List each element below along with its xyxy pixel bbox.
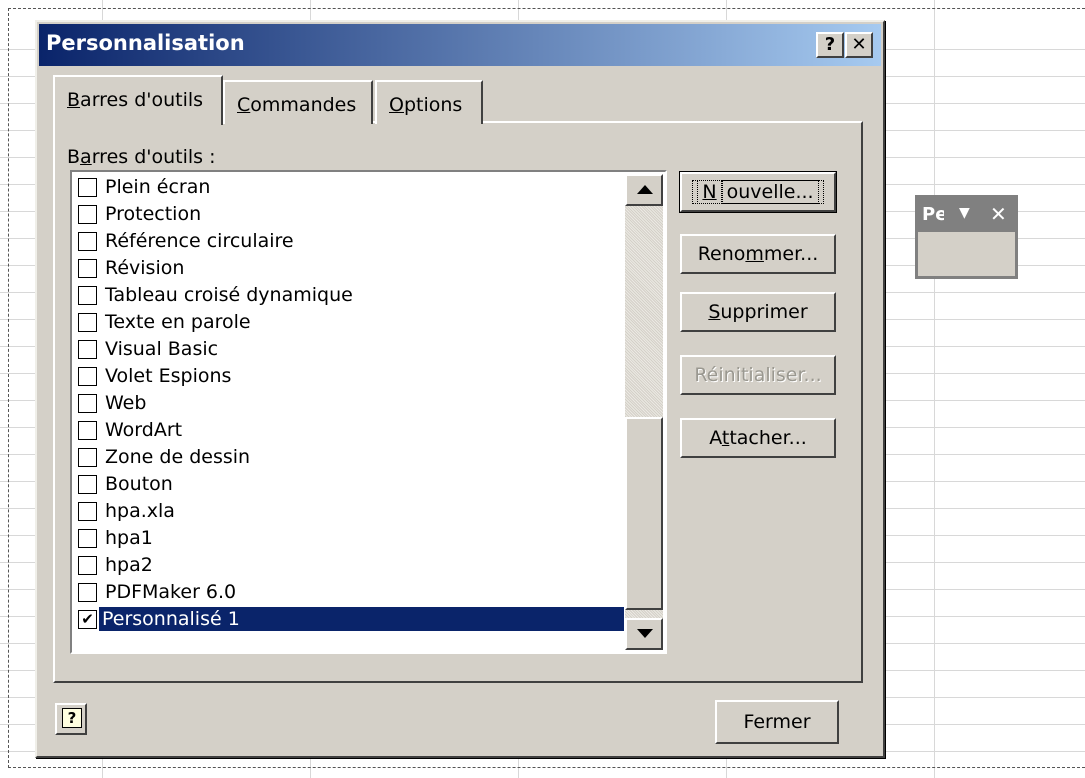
scroll-thumb[interactable] [625,417,663,610]
toolbar-item-label: Bouton [105,473,173,495]
new-key: N [697,180,722,204]
toolbar-checkbox[interactable] [78,178,97,197]
floating-toolbar-title: Pe [922,204,944,225]
arrow-down-icon [637,629,653,638]
toolbar-list-item[interactable]: Zone de dessin [74,444,624,471]
toolbar-checkbox[interactable] [78,232,97,251]
close-icon[interactable]: ✕ [990,202,1007,226]
tab-commands-key: C [237,94,251,116]
list-scrollbar[interactable] [625,174,663,650]
tab-commands[interactable]: Commandes [223,80,373,124]
toolbar-checkbox[interactable] [78,421,97,440]
toolbar-checkbox[interactable] [78,205,97,224]
attach-pre: A [709,427,722,449]
toolbar-item-label: Texte en parole [105,311,251,333]
list-label-post: rres d'outils : [91,146,216,168]
rename-button[interactable]: Renommer... [680,234,836,274]
toolbars-list-label: Barres d'outils : [67,146,216,168]
reset-button[interactable]: Réinitialiser... [680,355,836,395]
toolbar-list-item[interactable]: Bouton [74,471,624,498]
toolbar-list-item[interactable]: hpa2 [74,552,624,579]
toolbar-item-label: Tableau croisé dynamique [105,284,353,306]
attach-post: tacher... [729,427,807,449]
toolbar-list-item[interactable]: Plein écran [74,174,624,201]
toolbar-checkbox[interactable] [78,259,97,278]
toolbar-list-item[interactable]: Référence circulaire [74,228,624,255]
toolbar-list-item[interactable]: Révision [74,255,624,282]
toolbar-list-item[interactable]: Protection [74,201,624,228]
toolbar-item-label: Visual Basic [105,338,219,360]
toolbar-item-label: Référence circulaire [105,230,294,252]
toolbar-item-label: Révision [105,257,185,279]
toolbar-checkbox[interactable] [78,529,97,548]
toolbar-item-label: hpa.xla [105,500,175,522]
toolbar-checkbox[interactable] [78,394,97,413]
tab-toolbars-label: arres d'outils [80,89,204,111]
toolbar-list-item[interactable]: hpa.xla [74,498,624,525]
toolbar-list-item[interactable]: Texte en parole [74,309,624,336]
toolbar-item-label: Plein écran [105,176,211,198]
toolbar-checkbox[interactable] [78,340,97,359]
toolbar-list-item[interactable]: Web [74,390,624,417]
floating-toolbar[interactable]: Pe ▼ ✕ [915,195,1018,279]
new-toolbar-button[interactable]: Nouvelle... [679,171,837,213]
toolbar-item-label: Zone de dessin [105,446,251,468]
toolbars-listbox[interactable]: Plein écran Protection Référence circulair… [70,170,667,654]
toolbar-checkbox[interactable] [78,313,97,332]
tab-options[interactable]: Options [375,80,483,124]
floating-toolbar-titlebar[interactable]: Pe ▼ ✕ [918,198,1015,232]
scroll-up-button[interactable] [625,174,663,206]
tab-toolbars-key: B [67,89,81,111]
new-button-text: Nouvelle... [692,180,824,204]
toolbar-list-item[interactable]: PDFMaker 6.0 [74,579,624,606]
toolbar-item-label: Protection [105,203,202,225]
arrow-up-icon [637,185,653,194]
delete-key: S [708,301,721,323]
toolbar-checkbox[interactable] [78,367,97,386]
toolbar-item-label: Web [105,392,147,414]
new-label: ouvelle... [721,180,819,204]
toolbar-item-label: hpa2 [105,554,153,576]
toolbar-list-item[interactable]: hpa1 [74,525,624,552]
list-label-key: a [80,146,92,168]
toolbar-checkbox[interactable] [78,502,97,521]
toolbar-checkbox[interactable] [78,556,97,575]
rename-pre: Reno [697,243,746,265]
toolbar-checkbox[interactable] [78,475,97,494]
toolbar-list-item[interactable]: Volet Espions [74,363,624,390]
title-help-button[interactable]: ? [816,32,844,58]
toolbar-checkbox[interactable]: ✔ [78,610,97,629]
tab-toolbars[interactable]: Barres d'outils [53,75,223,125]
rename-key: m [745,243,764,265]
list-label-pre: B [67,146,81,168]
close-button[interactable]: Fermer [715,700,839,744]
tab-options-label: ptions [403,94,463,116]
toolbar-checkbox[interactable] [78,583,97,602]
tab-commands-label: ommandes [250,94,357,116]
help-button[interactable]: ? [55,703,87,735]
help-icon: ? [62,708,82,728]
toolbar-checkbox[interactable] [78,448,97,467]
chevron-down-icon[interactable]: ▼ [959,205,970,221]
toolbar-item-label: WordArt [105,419,183,441]
toolbar-item-label: hpa1 [105,527,153,549]
toolbar-item-label: PDFMaker 6.0 [105,581,237,603]
toolbar-list-item[interactable]: WordArt [74,417,624,444]
toolbar-list-item[interactable]: ✔ Personnalisé 1 [74,606,624,633]
delete-label: upprimer [720,301,808,323]
toolbar-checkbox[interactable] [78,286,97,305]
title-close-button[interactable]: ✕ [845,32,873,58]
toolbar-list-item[interactable]: Tableau croisé dynamique [74,282,624,309]
toolbars-list: Plein écran Protection Référence circulair… [74,174,624,633]
toolbar-item-label: Personnalisé 1 [99,607,624,631]
dialog-title: Personnalisation [46,31,245,55]
scroll-down-button[interactable] [625,618,663,650]
rename-post: mer... [763,243,819,265]
delete-button[interactable]: Supprimer [680,292,836,332]
toolbar-list-item[interactable]: Visual Basic [74,336,624,363]
toolbar-item-label: Volet Espions [105,365,232,387]
tab-options-key: O [389,94,404,116]
dialog-titlebar[interactable]: Personnalisation ? ✕ [39,24,881,66]
attach-button[interactable]: Attacher... [680,418,836,458]
